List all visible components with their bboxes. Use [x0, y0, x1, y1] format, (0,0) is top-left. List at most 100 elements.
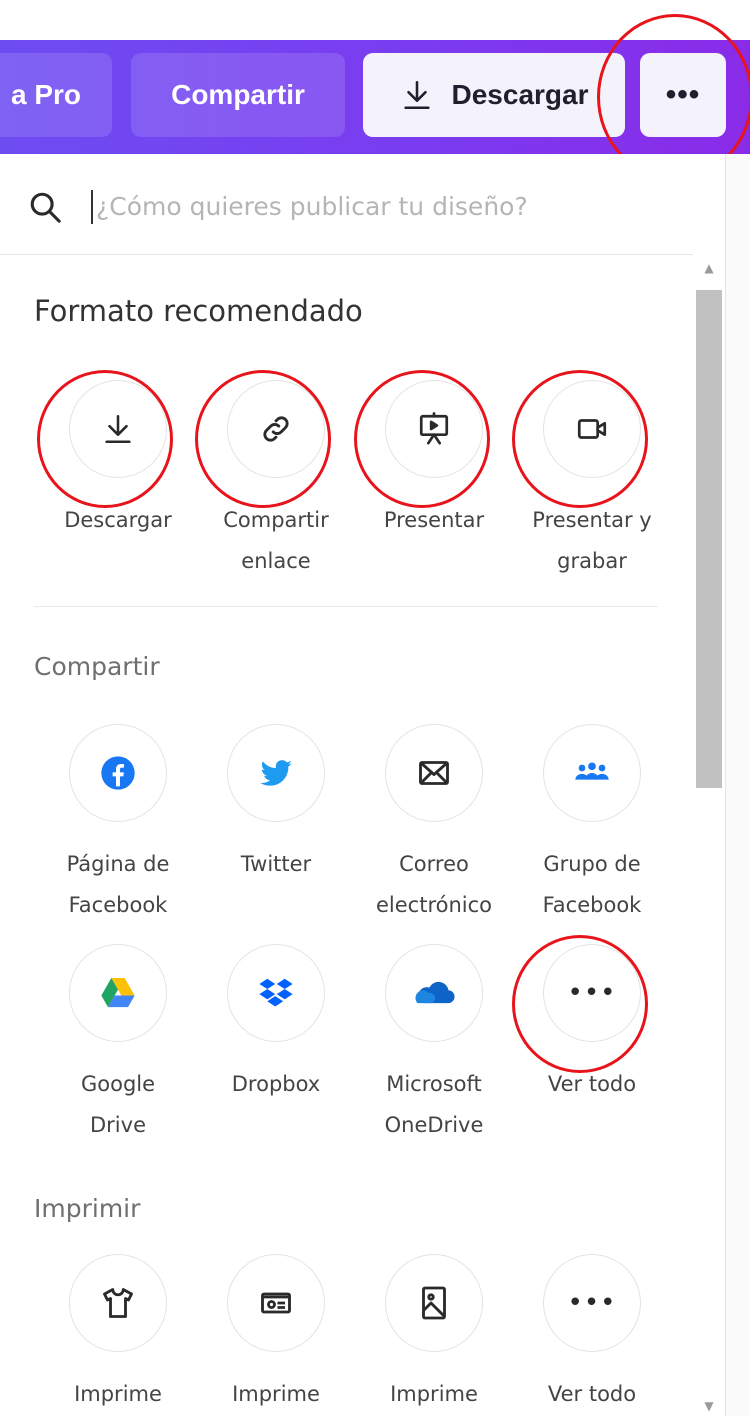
see-all-circle[interactable]: ••• [543, 944, 641, 1042]
tile-label: Imprime [198, 1374, 354, 1415]
facebook-icon [101, 756, 135, 790]
scroll-thumb[interactable] [696, 290, 722, 788]
tile-label-line1: Google [80, 1072, 156, 1096]
section-divider [34, 606, 658, 607]
download-button[interactable]: Descargar [363, 53, 625, 137]
more-icon: ••• [567, 978, 617, 1008]
tile-label-line2: Drive [90, 1113, 146, 1137]
tile-label: Ver todo [514, 1374, 670, 1415]
tile-label: Compartir enlace [198, 500, 354, 582]
tile-label-line2: electrónico [375, 893, 492, 917]
print-card-circle[interactable] [227, 1254, 325, 1352]
share-facebook-group[interactable]: Grupo de Facebook [514, 724, 670, 926]
tile-label: Página de Facebook [40, 844, 196, 926]
recommended-present-record[interactable]: Presentar y grabar [514, 380, 670, 582]
tile-label: Microsoft OneDrive [356, 1064, 512, 1146]
share-button-label: Compartir [171, 79, 305, 110]
tile-label: Presentar [356, 500, 512, 541]
share-onedrive[interactable]: Microsoft OneDrive [356, 944, 512, 1146]
link-icon [263, 416, 289, 442]
more-options-button[interactable]: ••• [640, 53, 726, 137]
tile-label: Grupo de Facebook [514, 844, 670, 926]
scroll-down-arrow-icon[interactable]: ▼ [699, 1396, 719, 1416]
share-dropbox[interactable]: Dropbox [198, 944, 354, 1105]
share-twitter[interactable]: Twitter [198, 724, 354, 885]
onedrive-circle[interactable] [385, 944, 483, 1042]
editor-toolbar: a Pro Compartir Descargar ••• [0, 40, 750, 154]
tile-label-line1: Imprime [390, 1382, 478, 1406]
tile-label-line1: Descargar [64, 508, 172, 532]
dropbox-circle[interactable] [227, 944, 325, 1042]
tile-label-line1: Twitter [240, 852, 312, 876]
more-icon: ••• [567, 1288, 617, 1318]
tile-label-line1: Compartir [223, 508, 329, 532]
scroll-up-arrow-icon[interactable]: ▲ [699, 258, 719, 278]
try-pro-button[interactable]: a Pro [0, 53, 112, 137]
tile-label: Correo electrónico [356, 844, 512, 926]
search-input[interactable] [92, 184, 696, 228]
print-tshirt[interactable]: Imprime [40, 1254, 196, 1415]
twitter-circle[interactable] [227, 724, 325, 822]
tile-label: Presentar y grabar [514, 500, 670, 582]
twitter-icon [260, 760, 292, 786]
tile-label-line2: Facebook [68, 893, 168, 917]
share-section-title: Compartir [34, 652, 160, 681]
email-circle[interactable] [385, 724, 483, 822]
tile-label-line2: Facebook [542, 893, 642, 917]
tshirt-icon [103, 1288, 133, 1318]
recommended-share-link[interactable]: Compartir enlace [198, 380, 354, 582]
download-circle[interactable] [69, 380, 167, 478]
tile-label-line1: Ver todo [547, 1382, 637, 1406]
print-card[interactable]: Imprime [198, 1254, 354, 1415]
recommended-section-title: Formato recomendado [34, 294, 363, 328]
recommended-download[interactable]: Descargar [40, 380, 196, 541]
tile-label: Dropbox [198, 1064, 354, 1105]
download-icon [105, 414, 131, 444]
download-button-label: Descargar [451, 79, 589, 110]
print-tshirt-circle[interactable] [69, 1254, 167, 1352]
tile-label: Google Drive [40, 1064, 196, 1146]
tile-label-line2: grabar [557, 549, 627, 573]
print-see-all[interactable]: ••• Ver todo [514, 1254, 670, 1415]
facebook-page-circle[interactable] [69, 724, 167, 822]
share-link-circle[interactable] [227, 380, 325, 478]
facebook-group-circle[interactable] [543, 724, 641, 822]
tile-label-line1: Presentar y [532, 508, 652, 532]
onedrive-icon [415, 981, 455, 1004]
print-photo-circle[interactable] [385, 1254, 483, 1352]
facebook-group-icon [575, 762, 609, 780]
tile-label-line1: Dropbox [231, 1072, 321, 1096]
share-panel: Formato recomendado Descargar Compartir … [0, 154, 726, 1416]
print-photo[interactable]: Imprime [356, 1254, 512, 1415]
share-see-all[interactable]: ••• Ver todo [514, 944, 670, 1105]
recommended-present[interactable]: Presentar [356, 380, 512, 541]
tile-label-line2: enlace [241, 549, 311, 573]
share-email[interactable]: Correo electrónico [356, 724, 512, 926]
print-see-all-circle[interactable]: ••• [543, 1254, 641, 1352]
tile-label-line2: OneDrive [384, 1113, 484, 1137]
present-circle[interactable] [385, 380, 483, 478]
tile-label: Descargar [40, 500, 196, 541]
download-icon [403, 80, 430, 110]
dropbox-icon [259, 978, 293, 1007]
present-record-circle[interactable] [543, 380, 641, 478]
share-google-drive[interactable]: Google Drive [40, 944, 196, 1146]
try-pro-label: a Pro [10, 79, 82, 110]
search-icon [30, 192, 61, 223]
google-drive-icon [101, 978, 135, 1008]
search-bar [0, 154, 725, 255]
tile-label-line1: Microsoft [386, 1072, 482, 1096]
tile-label-line1: Correo [399, 852, 469, 876]
panel-scrollbar[interactable]: ▲ ▼ [693, 254, 725, 1416]
share-button[interactable]: Compartir [131, 53, 345, 137]
more-dots-icon: ••• [665, 78, 701, 111]
present-icon [419, 412, 449, 445]
window-edge [726, 154, 750, 1416]
share-facebook-page[interactable]: Página de Facebook [40, 724, 196, 926]
tile-label-line1: Ver todo [547, 1072, 637, 1096]
photo-print-icon [422, 1286, 446, 1320]
tile-label-line1: Imprime [74, 1382, 162, 1406]
google-drive-circle[interactable] [69, 944, 167, 1042]
tile-label-line1: Imprime [232, 1382, 320, 1406]
tile-label-line1: Presentar [383, 508, 485, 532]
